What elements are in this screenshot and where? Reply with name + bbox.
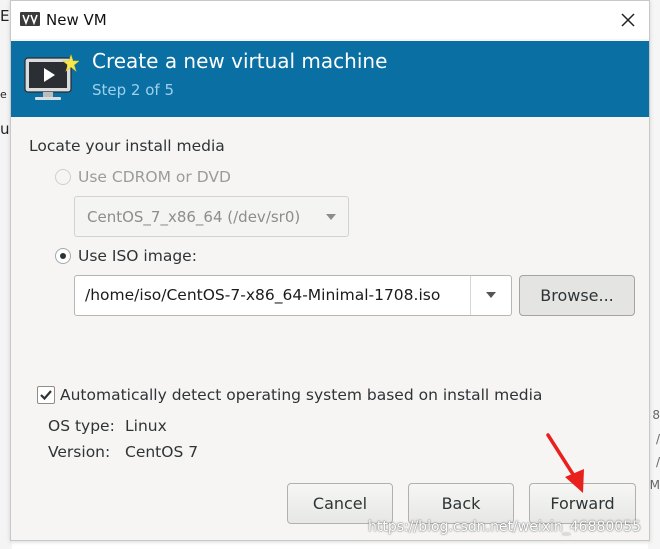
title-bar[interactable]: New VM (11, 1, 649, 39)
watermark-text: https://blog.csdn.net/weixin_46880055 (368, 519, 642, 535)
auto-detect-os-label: Automatically detect operating system ba… (60, 386, 543, 404)
wizard-step-indicator: Step 2 of 5 (92, 81, 175, 99)
background-text-fragment: e (0, 88, 7, 101)
os-type-label: OS type: (48, 417, 115, 435)
chevron-down-icon[interactable] (486, 292, 496, 298)
os-type-value: Linux (125, 417, 167, 435)
cancel-button-label: Cancel (312, 494, 368, 513)
iso-path-input[interactable]: /home/iso/CentOS-7-x86_64-Minimal-1708.i… (85, 286, 440, 304)
auto-detect-os-checkbox[interactable] (37, 386, 55, 404)
browse-button-label: Browse... (540, 286, 614, 305)
background-text-fragment: / (655, 455, 660, 469)
cdrom-radio[interactable] (55, 169, 71, 185)
version-label: Version: (48, 443, 111, 461)
cdrom-device-value: CentOS_7_x86_64 (/dev/sr0) (87, 208, 301, 226)
background-text-fragment: / (655, 432, 660, 446)
install-media-section-label: Locate your install media (29, 137, 225, 155)
cancel-button[interactable]: Cancel (287, 483, 393, 524)
radio-selected-dot (60, 253, 66, 259)
cdrom-radio-label: Use CDROM or DVD (78, 168, 231, 186)
iso-radio-label: Use ISO image: (78, 247, 197, 265)
iso-radio[interactable] (55, 248, 71, 264)
checkmark-icon (40, 390, 52, 401)
background-text-fragment: 8 (652, 408, 660, 422)
back-button[interactable]: Back (408, 483, 514, 524)
background-text-fragment: M (649, 478, 660, 492)
wizard-title: Create a new virtual machine (92, 49, 388, 73)
background-text-fragment: E (0, 7, 10, 25)
background-text-fragment: u (0, 120, 10, 138)
new-vm-monitor-icon (24, 54, 79, 100)
chevron-down-icon (326, 214, 336, 220)
new-vm-dialog: New VM Create a new virtual machine Step… (10, 0, 650, 541)
cdrom-device-select[interactable]: CentOS_7_x86_64 (/dev/sr0) (74, 196, 349, 237)
wizard-header-banner: Create a new virtual machine Step 2 of 5 (11, 41, 649, 117)
annotation-arrow-icon (546, 433, 584, 493)
combo-separator (470, 276, 471, 315)
back-button-label: Back (441, 494, 481, 513)
version-value: CentOS 7 (125, 443, 199, 461)
iso-path-combo[interactable]: /home/iso/CentOS-7-x86_64-Minimal-1708.i… (74, 275, 512, 316)
window-title: New VM (46, 11, 107, 29)
browse-button[interactable]: Browse... (519, 275, 635, 316)
close-icon[interactable] (617, 9, 639, 31)
virt-manager-app-icon (20, 12, 40, 26)
